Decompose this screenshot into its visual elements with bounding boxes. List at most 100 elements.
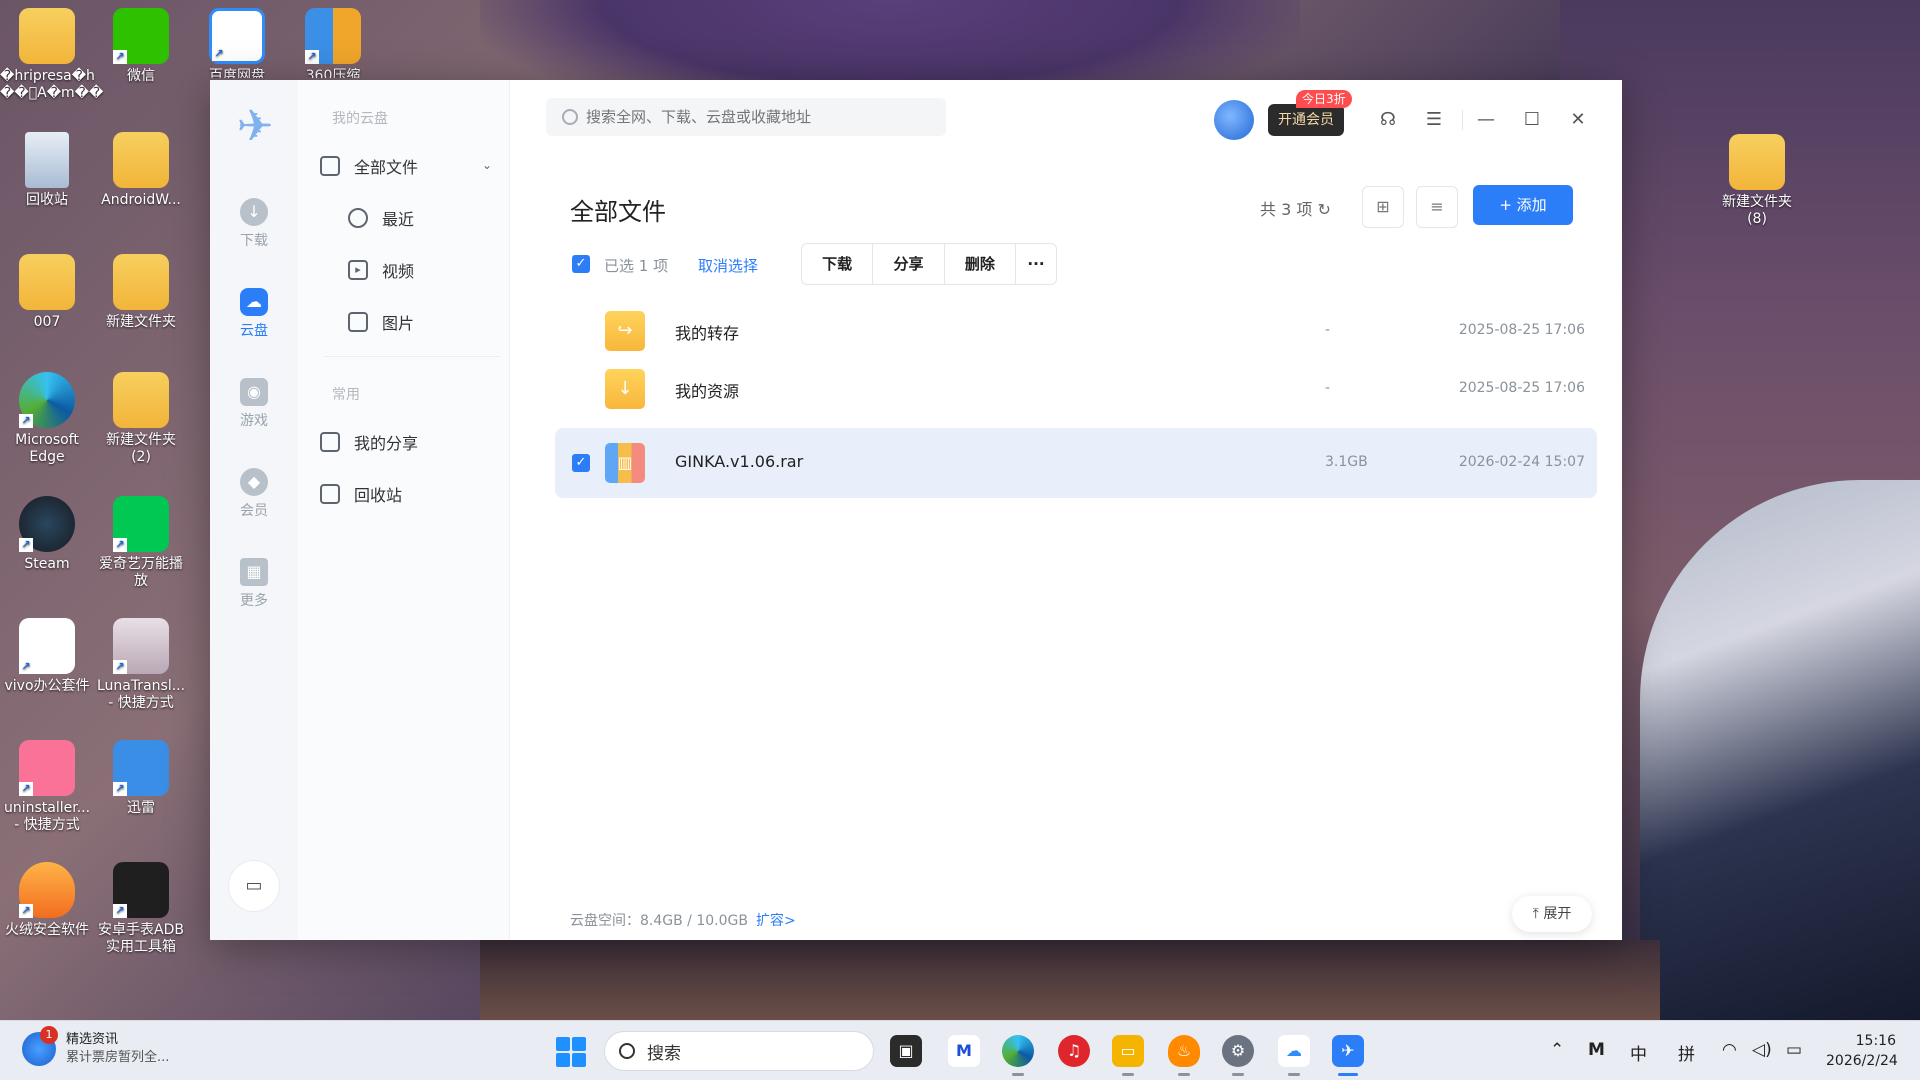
close-icon[interactable]: ✕ — [1566, 108, 1590, 132]
folder-resource-icon: ↓ — [605, 369, 645, 409]
file-name[interactable]: 我的资源 — [675, 378, 739, 402]
recycle-bin-icon — [25, 132, 69, 188]
nav-item-images[interactable]: 图片 — [348, 302, 528, 342]
wifi-icon[interactable]: ◠ — [1722, 1040, 1737, 1060]
row-checkbox[interactable]: ✓ — [572, 454, 590, 472]
nav-item-my-shares[interactable]: 我的分享 — [320, 422, 500, 462]
desktop-icon-edge[interactable]: ↗ Microsoft Edge — [0, 372, 94, 466]
desktop-icon-label: 爱奇艺万能播放 — [99, 556, 183, 589]
share-icon — [320, 432, 340, 452]
discount-badge: 今日3折 — [1296, 90, 1352, 108]
desktop-icon-new-folder[interactable]: 新建文件夹 — [94, 254, 188, 331]
desktop-icon-uninstaller[interactable]: ↗ uninstaller... - 快捷方式 — [0, 740, 94, 834]
edge-icon[interactable] — [1002, 1035, 1034, 1076]
add-button[interactable]: + 添加 — [1473, 185, 1573, 225]
app-logo-icon[interactable]: M — [948, 1035, 980, 1067]
desktop-icon-androidw[interactable]: AndroidW... — [94, 132, 188, 209]
news-widget[interactable]: 1 精选资讯 累计票房暂列全... — [22, 1026, 169, 1067]
expand-storage-link[interactable]: 扩容> — [756, 913, 796, 929]
item-count-label: 共 3 项 — [1260, 200, 1313, 219]
file-name[interactable]: GINKA.v1.06.rar — [675, 452, 803, 471]
search-icon — [619, 1043, 635, 1059]
storage-info: 云盘空间：8.4GB / 10.0GB 扩容> — [570, 910, 796, 930]
rail-item-download[interactable]: ↓ 下载 — [210, 198, 298, 250]
sort-button[interactable]: ≡ — [1416, 186, 1458, 228]
desktop-icon-folder-1[interactable]: �hripresa�h �� A�m�� — [0, 8, 103, 102]
desktop-icon-007[interactable]: 007 — [0, 254, 94, 331]
netease-music-icon[interactable]: ♫ — [1058, 1035, 1090, 1067]
cancel-selection-link[interactable]: 取消选择 — [698, 255, 758, 276]
menu-icon[interactable]: ☰ — [1422, 108, 1446, 132]
news-icon: 1 — [22, 1026, 58, 1066]
clock[interactable]: 15:16 2026/2/24 — [1826, 1031, 1898, 1071]
battery-icon[interactable]: ▭ — [1786, 1040, 1802, 1060]
gamepad-icon: ◉ — [240, 378, 268, 406]
nav-item-videos[interactable]: ▸ 视频 — [348, 250, 528, 290]
desktop-icon-360zip[interactable]: ↗ 360压缩 — [286, 8, 380, 78]
taskbar-search[interactable]: 搜索 — [604, 1031, 874, 1071]
desktop-icon-xunlei[interactable]: ↗ 迅雷 — [94, 740, 188, 817]
delete-button[interactable]: 删除 — [945, 244, 1016, 284]
app-tray-icon[interactable]: M — [1588, 1040, 1605, 1060]
open-vip-button[interactable]: 开通会员 — [1268, 104, 1344, 136]
desktop-icon-vivo-office[interactable]: ↗ vivo办公套件 — [0, 618, 94, 695]
expand-label: 展开 — [1543, 906, 1572, 922]
file-size: - — [1325, 322, 1331, 338]
select-all-checkbox[interactable]: ✓ — [572, 255, 590, 273]
desktop-icon-label: 微信 — [127, 68, 155, 84]
windows-start-icon[interactable] — [556, 1037, 586, 1067]
xunlei-icon[interactable]: ✈ — [1332, 1035, 1364, 1076]
chevron-up-icon[interactable]: ⌃ — [1550, 1040, 1564, 1060]
desktop-icon-baidu-netdisk[interactable]: ↗ 百度网盘 — [190, 8, 284, 78]
titlebar-separator — [1462, 110, 1463, 130]
desktop-icon-huorong[interactable]: ↗ 火绒安全软件 — [0, 862, 94, 939]
desktop-icon-wechat[interactable]: ↗ 微信 — [94, 8, 188, 85]
file-name[interactable]: 我的转存 — [675, 320, 739, 344]
refresh-icon[interactable]: ↻ — [1317, 200, 1330, 219]
task-view-icon[interactable]: ▣ — [890, 1035, 922, 1067]
settings-gear-icon[interactable]: ⚙ — [1222, 1035, 1254, 1076]
rail-item-vip[interactable]: ◆ 会员 — [210, 468, 298, 520]
device-switch-icon[interactable]: ▭ — [228, 860, 280, 912]
volume-icon[interactable]: ◁) — [1752, 1040, 1772, 1060]
desktop-icon-steam[interactable]: ↗ Steam — [0, 496, 94, 573]
more-actions-button[interactable]: ··· — [1016, 244, 1056, 284]
desktop-icon-label: AndroidW... — [101, 192, 181, 208]
new-folder-icon: ⊞ — [1376, 197, 1390, 216]
chevron-down-icon[interactable]: ⌄ — [482, 158, 492, 172]
nav-item-recycle[interactable]: 回收站 — [320, 474, 500, 514]
desktop-icon-label: 安卓手表ADB实用工具箱 — [98, 922, 184, 955]
minimize-icon[interactable]: — — [1474, 108, 1498, 132]
file-explorer-icon[interactable]: ▭ — [1112, 1035, 1144, 1076]
headset-support-icon[interactable]: ☊ — [1376, 108, 1400, 132]
baidu-netdisk-icon[interactable]: ☁ — [1278, 1035, 1310, 1076]
xunlei-bird-logo-icon: ✈ — [236, 101, 274, 152]
expand-panel-button[interactable]: ⤒ 展开 — [1512, 896, 1592, 932]
maximize-icon[interactable]: ☐ — [1520, 108, 1544, 132]
desktop-icon-label: 回收站 — [26, 192, 68, 208]
nav-item-all-files[interactable]: 全部文件 ⌄ — [320, 146, 500, 186]
desktop-icon-recycle-bin[interactable]: 回收站 — [0, 132, 94, 209]
rail-item-cloud[interactable]: ☁ 云盘 — [210, 288, 298, 340]
file-row-selected[interactable]: ✓ ▥ GINKA.v1.06.rar 3.1GB 2026-02-24 15:… — [555, 428, 1597, 498]
ime-language-indicator[interactable]: 中 — [1630, 1040, 1647, 1065]
rail-item-games[interactable]: ◉ 游戏 — [210, 378, 298, 430]
search-input[interactable] — [586, 108, 926, 126]
desktop-icon-label: 007 — [33, 314, 61, 330]
search-box[interactable] — [546, 98, 946, 136]
rail-item-more[interactable]: ▦ 更多 — [210, 558, 298, 610]
desktop-icon-new-folder-2[interactable]: 新建文件夹 (2) — [94, 372, 188, 466]
share-button[interactable]: 分享 — [873, 244, 945, 284]
nav-item-recent[interactable]: 最近 — [348, 198, 528, 238]
download-button[interactable]: 下载 — [802, 244, 874, 284]
file-row[interactable]: ↓ 我的资源 - 2025-08-25 17:06 — [555, 354, 1597, 424]
desktop-icon-new-folder-8[interactable]: 新建文件夹 (8) — [1710, 134, 1804, 228]
avatar[interactable] — [1214, 100, 1254, 140]
xunlei-icon: ↗ — [113, 740, 169, 796]
desktop-icon-lunatranslator[interactable]: ↗ LunaTransl... - 快捷方式 — [94, 618, 188, 712]
ime-mode-indicator[interactable]: 拼 — [1678, 1040, 1695, 1065]
huorong-flame-icon[interactable]: ♨ — [1168, 1035, 1200, 1076]
desktop-icon-iqiyi[interactable]: ↗ 爱奇艺万能播放 — [94, 496, 188, 590]
desktop-icon-adb-toolbox[interactable]: ↗ 安卓手表ADB实用工具箱 — [94, 862, 188, 956]
new-folder-button[interactable]: ⊞ — [1362, 186, 1404, 228]
